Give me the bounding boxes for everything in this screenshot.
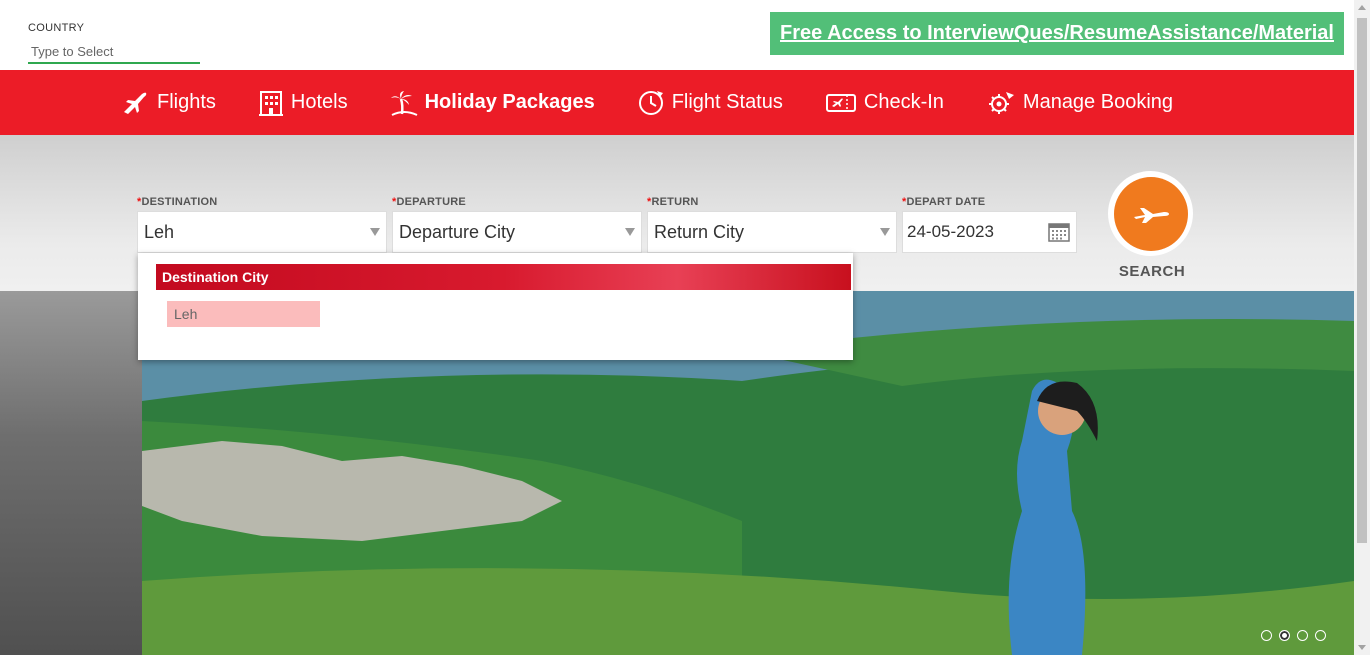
nav-manage-booking[interactable]: Manage Booking — [986, 89, 1173, 117]
scroll-down-arrow-icon[interactable] — [1358, 645, 1366, 650]
return-value: Return City — [654, 221, 745, 242]
nav-holiday-packages-label: Holiday Packages — [424, 91, 595, 113]
search-button[interactable] — [1108, 171, 1193, 256]
nav-flight-status[interactable]: Flight Status — [637, 89, 783, 117]
departure-field: *DEPARTURE Departure City — [392, 196, 642, 253]
scroll-thumb[interactable] — [1357, 18, 1367, 543]
main-nav: Flights Hotels Holiday Packages Flight S… — [0, 70, 1354, 135]
destination-label: *DESTINATION — [137, 196, 218, 208]
nav-flights[interactable]: Flights — [122, 90, 216, 116]
nav-hotels-label: Hotels — [290, 91, 348, 113]
chevron-down-icon — [370, 228, 380, 236]
calendar-icon[interactable] — [1048, 222, 1070, 242]
destination-dropdown: Destination City Leh — [138, 253, 853, 360]
country-input[interactable] — [28, 40, 200, 64]
carousel-dot[interactable] — [1315, 630, 1326, 641]
depart-date-label: *DEPART DATE — [902, 196, 986, 208]
search-label: SEARCH — [1118, 263, 1186, 280]
nav-holiday-packages[interactable]: Holiday Packages — [390, 90, 595, 116]
carousel-dot-active[interactable] — [1279, 630, 1290, 641]
hotel-building-icon — [258, 90, 283, 116]
plane-icon — [1133, 207, 1169, 223]
gear-plane-icon — [988, 91, 1014, 114]
scroll-up-arrow-icon[interactable] — [1358, 5, 1366, 10]
chevron-down-icon — [880, 228, 890, 236]
departure-select[interactable]: Departure City — [392, 211, 642, 253]
depart-date-field: *DEPART DATE 24-05-2023 — [902, 196, 1077, 253]
carousel-dots — [1261, 630, 1326, 641]
nav-check-in[interactable]: Check-In — [825, 91, 944, 115]
country-label: COUNTRY — [28, 22, 85, 34]
return-select[interactable]: Return City — [647, 211, 897, 253]
return-field: *RETURN Return City — [647, 196, 897, 253]
nav-manage-booking-label: Manage Booking — [1022, 91, 1174, 113]
dropdown-option[interactable]: Leh — [167, 301, 320, 327]
dropdown-header: Destination City — [156, 264, 851, 290]
destination-field: *DESTINATION Leh — [137, 196, 387, 253]
carousel-dot[interactable] — [1297, 630, 1308, 641]
nav-flights-label: Flights — [157, 91, 216, 113]
return-label: *RETURN — [647, 196, 699, 208]
hero-airport-image — [0, 291, 142, 655]
nav-hotels[interactable]: Hotels — [258, 89, 348, 117]
carousel-dot[interactable] — [1261, 630, 1272, 641]
destination-select[interactable]: Leh — [137, 211, 387, 253]
palm-tree-icon — [390, 90, 418, 116]
depart-date-input[interactable]: 24-05-2023 — [902, 211, 1077, 253]
clock-plane-icon — [638, 90, 663, 115]
chevron-down-icon — [625, 228, 635, 236]
plane-icon — [124, 92, 147, 114]
boarding-pass-icon — [825, 93, 856, 112]
page-scrollbar[interactable] — [1354, 0, 1370, 655]
nav-flight-status-label: Flight Status — [671, 91, 783, 113]
free-access-link[interactable]: Free Access to InterviewQues/ResumeAssis… — [770, 12, 1344, 55]
nav-check-in-label: Check-In — [863, 91, 944, 113]
departure-value: Departure City — [399, 221, 516, 242]
top-bar: COUNTRY Free Access to InterviewQues/Res… — [0, 0, 1354, 70]
destination-value: Leh — [144, 221, 175, 242]
depart-date-value: 24-05-2023 — [907, 222, 994, 241]
departure-label: *DEPARTURE — [392, 196, 466, 208]
search-button-circle — [1113, 176, 1188, 251]
